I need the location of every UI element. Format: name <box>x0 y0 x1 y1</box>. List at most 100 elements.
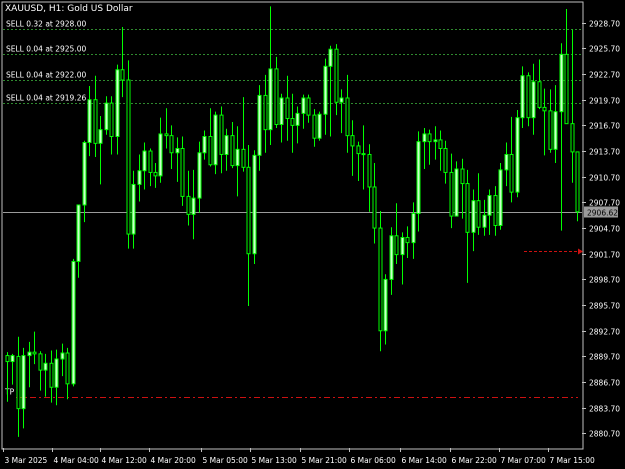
candle-body-bear <box>5 355 10 363</box>
candle-body-bear <box>263 94 268 131</box>
y-tick-label: 2901.70 <box>589 251 620 260</box>
candle-body-bull <box>411 213 416 244</box>
candle-body-bear <box>120 69 125 81</box>
candle-body-bull <box>416 141 421 215</box>
candle-body-bear <box>334 48 339 103</box>
candle-body-bear <box>509 153 514 193</box>
x-tick-label: 3 Mar 2025 <box>5 456 48 465</box>
candle <box>526 72 531 127</box>
candle <box>126 60 131 249</box>
x-tick-label: 4 Mar 04:00 <box>54 456 100 465</box>
candle-body-bull <box>433 139 438 143</box>
candle-body-bear <box>153 171 158 177</box>
candle-body-bull <box>87 99 92 143</box>
candle-body-bear <box>148 150 153 173</box>
candle-body-bull <box>137 170 142 185</box>
candle <box>378 210 383 352</box>
candle-body-bull <box>400 236 405 256</box>
candle-body-bull <box>76 204 81 262</box>
candle-body-bear <box>361 153 366 156</box>
candle <box>213 111 218 175</box>
candle-body-bear <box>394 235 399 256</box>
candle-body-bull <box>268 68 273 131</box>
candle-body-bull <box>515 117 520 193</box>
candle-body-bear <box>548 110 553 150</box>
candle-body-bear <box>465 183 470 233</box>
candle-body-bull <box>531 81 536 119</box>
y-tick-label: 2916.70 <box>589 122 620 131</box>
candle-body-bear <box>345 97 350 137</box>
candle-body-bull <box>252 154 257 255</box>
candle-body-bull <box>142 150 147 172</box>
candle-body-bull <box>339 97 344 103</box>
candle-body-bear <box>169 135 174 154</box>
candle-body-bear <box>564 53 569 125</box>
chart-title: XAUUSD, H1: Gold US Dollar <box>5 4 133 14</box>
candle-body-bull <box>389 235 394 280</box>
candle-body-bear <box>537 81 542 108</box>
candle-body-bull <box>21 355 26 410</box>
candle-body-bull <box>131 183 136 235</box>
candle-body-bear <box>208 136 213 166</box>
candle-body-bull <box>553 111 558 150</box>
candle-body-bull <box>323 65 328 115</box>
candle-body-bull <box>498 169 503 226</box>
candle-body-bear <box>312 114 317 139</box>
candle-body-bear <box>575 151 580 213</box>
candle-body-bear <box>405 236 410 244</box>
y-tick-label: 2925.70 <box>589 45 620 54</box>
candle-body-bull <box>520 75 525 119</box>
candle-body-bear <box>356 145 361 155</box>
candle-body-bull <box>471 200 476 233</box>
candle-body-bull <box>482 214 487 228</box>
x-tick-label: 4 Mar 20:00 <box>151 456 197 465</box>
price-chart[interactable]: SELL 0.32 at 2928.00 SELL 0.04 at 2925.00… <box>0 0 625 469</box>
time-axis: 3 Mar 2025 4 Mar 04:00 4 Mar 12:00 4 Mar 20… <box>3 448 595 465</box>
candle-body-bear <box>49 362 54 388</box>
price-axis: 2928.70 2925.70 2922.70 2919.70 2916.70 2913.… <box>582 20 620 439</box>
candle-body-bear <box>241 148 246 168</box>
candle-body-bear <box>493 195 498 227</box>
candle <box>252 150 257 265</box>
candle <box>575 151 580 222</box>
y-tick-label: 2913.70 <box>589 148 620 157</box>
candle-body-bull <box>383 278 388 332</box>
x-tick-label: 6 Mar 14:00 <box>402 456 448 465</box>
candle-body-bull <box>98 129 103 144</box>
candle-body-bear <box>372 186 377 229</box>
candle-body-bull <box>422 133 427 143</box>
candle-body-bear <box>460 168 465 185</box>
candle-body-bull <box>504 153 509 171</box>
candle <box>454 161 459 217</box>
candle-body-bull <box>235 148 240 167</box>
candle-body-bear <box>378 227 383 332</box>
candle-body-bull <box>10 355 15 363</box>
candle-body-bear <box>38 353 43 371</box>
y-tick-label: 2922.70 <box>589 71 620 80</box>
candle-body-bull <box>197 152 202 199</box>
candle-body-bear <box>443 147 448 173</box>
candle-body-bear <box>230 135 235 167</box>
candle-body-bear <box>290 118 295 126</box>
candle-body-bull <box>115 69 120 137</box>
candle-body-bull <box>317 113 322 139</box>
order-label: SELL 0.04 at 2922.00 <box>6 71 86 80</box>
order-label: SELL 0.32 at 2928.00 <box>6 20 86 29</box>
x-tick-label: 5 Mar 05:00 <box>203 456 249 465</box>
candle-body-bear <box>186 195 191 215</box>
candle-body-bull <box>60 352 65 360</box>
order-label: SELL 0.04 at 2919.26 <box>6 94 86 103</box>
x-tick-label: 5 Mar 13:00 <box>252 456 298 465</box>
x-tick-label: 7 Mar 07:00 <box>501 456 547 465</box>
candle-body-bull <box>202 136 207 154</box>
candle-body-bull <box>328 48 333 67</box>
current-price-tag: 2906.62 <box>584 206 618 218</box>
candle-body-bear <box>126 79 131 235</box>
mt4-chart-window[interactable]: SELL 0.32 at 2928.00 SELL 0.04 at 2925.00… <box>0 0 625 469</box>
candle-body-bull <box>224 135 229 155</box>
candle-body-bear <box>570 123 575 153</box>
candle-body-bear <box>427 133 432 143</box>
candle-body-bull <box>27 351 32 357</box>
candle-body-bear <box>246 166 251 255</box>
y-tick-label: 2883.70 <box>589 405 620 414</box>
